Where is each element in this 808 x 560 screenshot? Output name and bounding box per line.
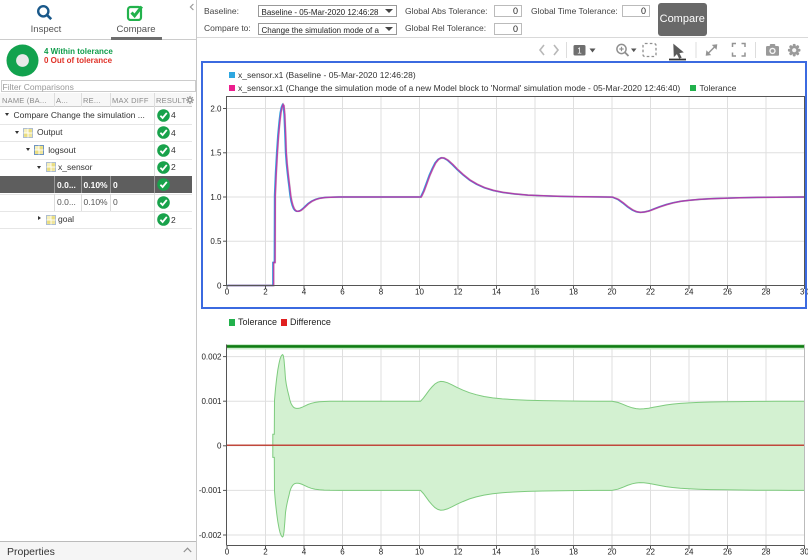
svg-text:30: 30 — [800, 548, 808, 557]
svg-text:18: 18 — [569, 548, 578, 557]
svg-text:2: 2 — [263, 288, 268, 297]
svg-text:-0.001: -0.001 — [199, 486, 222, 495]
svg-text:12: 12 — [454, 548, 463, 557]
svg-text:6: 6 — [340, 548, 345, 557]
svg-text:8: 8 — [379, 288, 384, 297]
svg-text:30: 30 — [800, 288, 808, 297]
svg-text:0.002: 0.002 — [201, 352, 222, 361]
svg-text:14: 14 — [492, 288, 501, 297]
svg-text:24: 24 — [685, 288, 694, 297]
svg-text:16: 16 — [531, 288, 540, 297]
svg-text:1.5: 1.5 — [210, 149, 222, 158]
svg-text:22: 22 — [646, 548, 655, 557]
svg-text:0.001: 0.001 — [201, 397, 222, 406]
svg-text:28: 28 — [762, 548, 771, 557]
svg-text:0: 0 — [217, 281, 222, 290]
svg-text:26: 26 — [723, 548, 732, 557]
svg-text:4: 4 — [302, 548, 307, 557]
svg-text:20: 20 — [608, 288, 617, 297]
svg-text:26: 26 — [723, 288, 732, 297]
svg-text:0: 0 — [225, 288, 230, 297]
svg-text:4: 4 — [302, 288, 307, 297]
svg-text:12: 12 — [454, 288, 463, 297]
svg-text:-0.002: -0.002 — [199, 531, 222, 540]
svg-text:16: 16 — [531, 548, 540, 557]
svg-text:18: 18 — [569, 288, 578, 297]
svg-text:0.5: 0.5 — [210, 237, 222, 246]
svg-text:10: 10 — [415, 548, 424, 557]
svg-text:2.0: 2.0 — [210, 104, 222, 113]
svg-text:14: 14 — [492, 548, 501, 557]
svg-text:22: 22 — [646, 288, 655, 297]
svg-text:1.0: 1.0 — [210, 193, 222, 202]
svg-text:0: 0 — [225, 548, 230, 557]
svg-text:6: 6 — [340, 288, 345, 297]
svg-text:8: 8 — [379, 548, 384, 557]
svg-text:10: 10 — [415, 288, 424, 297]
svg-text:2: 2 — [263, 548, 268, 557]
svg-text:24: 24 — [685, 548, 694, 557]
svg-text:20: 20 — [608, 548, 617, 557]
svg-text:28: 28 — [762, 288, 771, 297]
svg-text:0: 0 — [217, 442, 222, 451]
